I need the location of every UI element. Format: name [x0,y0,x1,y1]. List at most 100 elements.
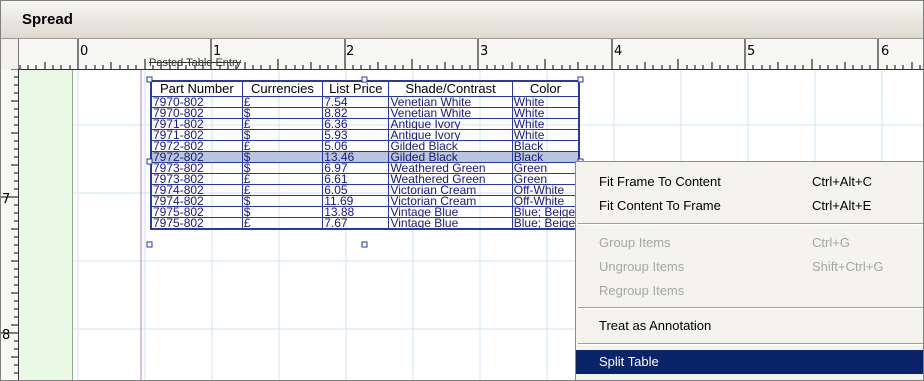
cell-color[interactable]: White [511,96,580,108]
cell-part-number[interactable]: 7971-802 [150,118,243,130]
table-body: 7970-802 £7.54 Venetian White White 7970-802… [150,96,580,230]
menu-item-shortcut: Ctrl+Alt+C [812,174,872,189]
table-row[interactable]: 7975-802 £7.67 Vintage Blue Blue; Beige [150,217,580,230]
cell-shade-contrast[interactable]: Gilded Black [388,151,513,163]
menu-item-shortcut: Ctrl+Alt+E [812,198,872,213]
ruler-corner[interactable] [1,39,19,70]
table-row[interactable]: 7973-802 $6.97 Weathered Green Green [150,162,580,174]
cell-color[interactable]: White [511,107,580,119]
cell-shade-contrast[interactable]: Weathered Green [388,162,513,174]
header-color[interactable]: Color [511,80,580,97]
cell-currency[interactable]: £ [241,118,324,130]
cell-part-number[interactable]: 7970-802 [150,96,243,108]
frame-caption: Pasted Table Entry [149,57,242,69]
cell-list-price[interactable]: 5.93 [322,129,390,141]
menu-item-shortcut: Shift+Ctrl+G [812,259,884,274]
cell-color[interactable]: Off-White [511,195,580,207]
vertical-ruler[interactable]: 78 [1,69,19,380]
cell-currency[interactable]: $ [241,129,324,141]
cell-part-number[interactable]: 7972-802 [150,151,243,163]
cell-currency[interactable]: $ [241,107,324,119]
cell-list-price[interactable]: 6.61 [322,173,390,185]
cell-shade-contrast[interactable]: Gilded Black [388,140,513,152]
cell-shade-contrast[interactable]: Venetian White [388,107,513,119]
cell-currency[interactable]: £ [241,173,324,185]
table-row[interactable]: 7973-802 £6.61 Weathered Green Green [150,173,580,185]
data-table[interactable]: Part Number Currencies List Price Shade/… [150,80,580,230]
header-shade-contrast[interactable]: Shade/Contrast [388,80,513,97]
cell-shade-contrast[interactable]: Vintage Blue [388,206,513,218]
ruler-label: 7 [2,192,11,207]
cell-list-price[interactable]: 11.69 [322,195,390,207]
table-row[interactable]: 7971-802 $5.93 Antique Ivory White [150,129,580,141]
cell-part-number[interactable]: 7971-802 [150,129,243,141]
cell-shade-contrast[interactable]: Venetian White [388,96,513,108]
cell-currency[interactable]: $ [241,206,324,218]
cell-shade-contrast[interactable]: Antique Ivory [388,129,513,141]
cell-list-price[interactable]: 5.06 [322,140,390,152]
cell-color[interactable]: White [511,129,580,141]
cell-color[interactable]: Green [511,162,580,174]
cell-part-number[interactable]: 7972-802 [150,140,243,152]
cell-currency[interactable]: $ [241,151,324,163]
cell-list-price[interactable]: 8.82 [322,107,390,119]
menu-item-regroup-items[interactable]: Regroup Items [576,279,923,303]
cell-shade-contrast[interactable]: Weathered Green [388,173,513,185]
context-menu: Fit Frame To Content Ctrl+Alt+C Fit Cont… [575,161,923,380]
header-part-number[interactable]: Part Number [150,80,243,97]
cell-color[interactable]: Black [511,140,580,152]
cell-list-price[interactable]: 7.54 [322,96,390,108]
cell-currency[interactable]: $ [241,195,324,207]
cell-color[interactable]: Blue; Beige [511,206,580,218]
ruler-label: 2 [346,44,355,59]
cell-part-number[interactable]: 7973-802 [150,173,243,185]
menu-item-treat-as-annotation[interactable]: Treat as Annotation [576,314,923,338]
cell-shade-contrast[interactable]: Vintage Blue [388,217,513,230]
cell-list-price[interactable]: 7.67 [322,217,390,230]
cell-shade-contrast[interactable]: Victorian Cream [388,184,513,196]
table-row[interactable]: 7975-802 $13.88 Vintage Blue Blue; Beige [150,206,580,218]
menu-item-group-items[interactable]: Group Items Ctrl+G [576,231,923,255]
cell-color[interactable]: Green [511,173,580,185]
header-currencies[interactable]: Currencies [241,80,324,97]
cell-currency[interactable]: £ [241,217,324,230]
table-row[interactable]: 7970-802 $8.82 Venetian White White [150,107,580,119]
cell-list-price[interactable]: 13.46 [322,151,390,163]
cell-currency[interactable]: $ [241,162,324,174]
table-row[interactable]: 7974-802 £6.05 Victorian Cream Off-White [150,184,580,196]
table-row[interactable]: 7972-802 $13.46 Gilded Black Black [150,151,580,163]
cell-color[interactable]: Blue; Beige [511,217,580,230]
menu-separator [578,307,923,309]
cell-part-number[interactable]: 7975-802 [150,217,243,230]
cell-currency[interactable]: £ [241,184,324,196]
menu-item-split-table[interactable]: Split Table [576,350,923,374]
cell-part-number[interactable]: 7975-802 [150,206,243,218]
menu-item-ungroup-items[interactable]: Ungroup Items Shift+Ctrl+G [576,255,923,279]
spread-window: Spread 0123456 78 Pasted Table Entry Par… [0,0,924,381]
cell-part-number[interactable]: 7973-802 [150,162,243,174]
cell-currency[interactable]: £ [241,96,324,108]
cell-color[interactable]: Black [511,151,580,163]
menu-item-fit-content-to-frame[interactable]: Fit Content To Frame Ctrl+Alt+E [576,194,923,218]
table-row[interactable]: 7972-802 £5.06 Gilded Black Black [150,140,580,152]
menu-separator [578,343,923,345]
table-row[interactable]: 7974-802 $11.69 Victorian Cream Off-White [150,195,580,207]
menu-item-label: Regroup Items [599,283,685,298]
cell-part-number[interactable]: 7974-802 [150,184,243,196]
cell-list-price[interactable]: 6.05 [322,184,390,196]
table-row[interactable]: 7970-802 £7.54 Venetian White White [150,96,580,108]
cell-currency[interactable]: £ [241,140,324,152]
cell-shade-contrast[interactable]: Victorian Cream [388,195,513,207]
table-row[interactable]: 7971-802 £6.36 Antique Ivory White [150,118,580,130]
header-list-price[interactable]: List Price [322,80,390,97]
menu-item-shortcut: Ctrl+G [812,235,850,250]
cell-color[interactable]: Off-White [511,184,580,196]
cell-part-number[interactable]: 7970-802 [150,107,243,119]
cell-list-price[interactable]: 13.88 [322,206,390,218]
cell-list-price[interactable]: 6.97 [322,162,390,174]
cell-color[interactable]: White [511,118,580,130]
cell-shade-contrast[interactable]: Antique Ivory [388,118,513,130]
menu-item-fit-frame-to-content[interactable]: Fit Frame To Content Ctrl+Alt+C [576,170,923,194]
cell-part-number[interactable]: 7974-802 [150,195,243,207]
cell-list-price[interactable]: 6.36 [322,118,390,130]
